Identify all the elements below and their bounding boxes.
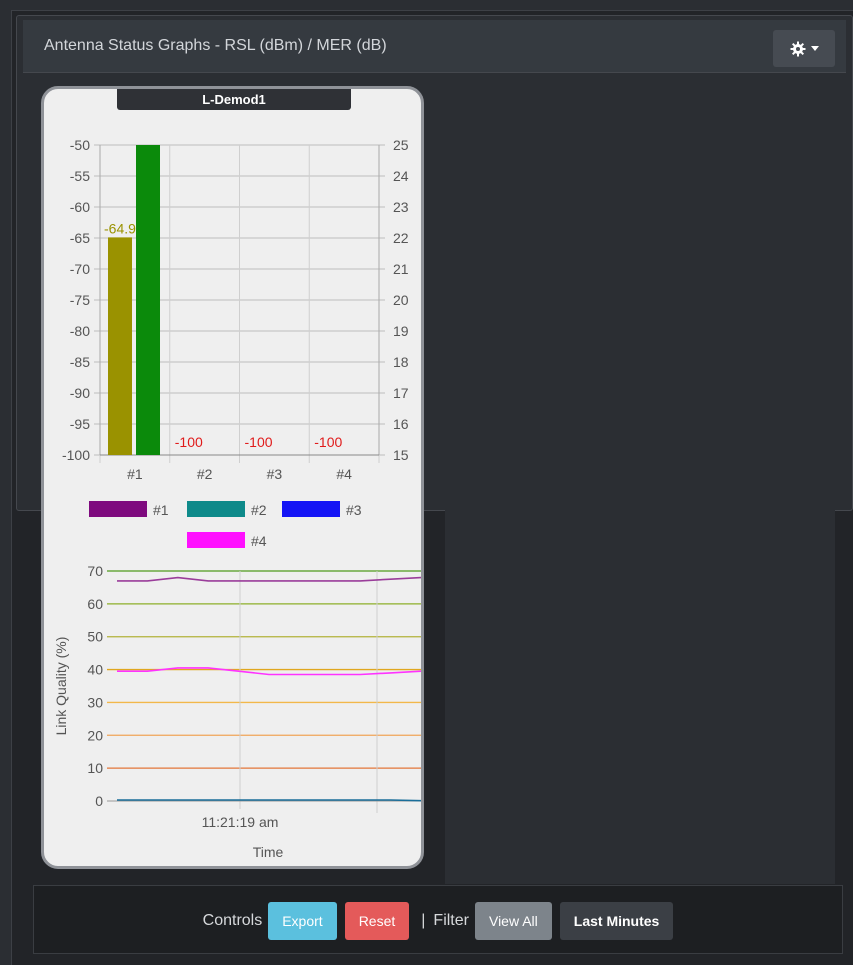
x-category-label: #4	[336, 466, 352, 482]
y-tick-label: 50	[87, 629, 103, 645]
y-tick-label: 70	[87, 563, 103, 579]
legend-swatch	[282, 501, 340, 517]
y-left-tick-label: -90	[70, 385, 90, 401]
x-category-label: #2	[197, 466, 213, 482]
y-right-tick-label: 15	[393, 447, 409, 463]
y-left-tick-label: -65	[70, 230, 90, 246]
controls-label: Controls	[202, 912, 263, 929]
y-left-tick-label: -80	[70, 323, 90, 339]
y-right-tick-label: 19	[393, 323, 409, 339]
y-tick-label: 40	[87, 662, 103, 678]
export-button[interactable]: Export	[268, 902, 337, 940]
y-tick-label: 10	[87, 760, 103, 776]
series-line	[117, 576, 421, 582]
bar-data-label: -100	[245, 434, 273, 450]
legend-swatch	[187, 501, 245, 517]
y-left-tick-label: -100	[62, 447, 90, 463]
y-left-tick-label: -70	[70, 261, 90, 277]
y-left-tick-label: -75	[70, 292, 90, 308]
bar-data-label: -64.9	[104, 220, 136, 236]
rsl-mer-bar-chart: -50 -55 -60 -65 -70 -75 -80 -85 -90 -95 -100 25 24 23…	[62, 137, 409, 549]
view-all-button[interactable]: View All	[474, 902, 552, 940]
y-left-tick-label: -60	[70, 199, 90, 215]
y-right-tick-label: 25	[393, 137, 409, 153]
y-right-tick-label: 17	[393, 385, 409, 401]
y-right-tick-label: 18	[393, 354, 409, 370]
y-tick-label: 0	[95, 793, 103, 809]
x-tick-label: 11:21:19 am	[202, 814, 279, 830]
link-quality-line-chart: 70 60 50 40 30 20 10 0 11:21:19 am Time Link Quali…	[53, 563, 421, 860]
gear-icon	[790, 41, 805, 56]
settings-dropdown-button[interactable]	[773, 30, 835, 67]
controls-bar: Controls Export Reset | Filter View All …	[33, 885, 843, 954]
legend-swatch	[89, 501, 147, 517]
y-left-tick-label: -50	[70, 137, 90, 153]
graph-area-empty	[445, 74, 835, 884]
legend-label: #4	[251, 533, 267, 549]
bar-data-label: -100	[175, 434, 203, 450]
y-tick-label: 30	[87, 694, 103, 710]
y-right-tick-label: 16	[393, 416, 409, 432]
last-minutes-button[interactable]: Last Minutes	[559, 902, 674, 940]
x-category-label: #3	[267, 466, 283, 482]
y-tick-label: 20	[87, 727, 103, 743]
panel-header: Antenna Status Graphs - RSL (dBm) / MER …	[23, 20, 846, 73]
y-left-tick-label: -55	[70, 168, 90, 184]
x-category-label: #1	[127, 466, 143, 482]
reset-button[interactable]: Reset	[344, 902, 410, 940]
bar-data-label: -100	[314, 434, 342, 450]
x-axis-title: Time	[253, 844, 284, 860]
filter-label: Filter	[433, 912, 469, 929]
y-left-tick-label: -85	[70, 354, 90, 370]
series-line	[117, 667, 421, 676]
panel-title: Antenna Status Graphs - RSL (dBm) / MER …	[44, 37, 387, 54]
legend-label: #1	[153, 502, 169, 518]
y-right-tick-label: 21	[393, 261, 409, 277]
y-right-tick-label: 23	[393, 199, 409, 215]
legend-swatch	[187, 532, 245, 548]
y-tick-label: 60	[87, 596, 103, 612]
y-right-tick-label: 20	[393, 292, 409, 308]
rsl-bar	[108, 237, 132, 455]
y-left-tick-label: -95	[70, 416, 90, 432]
y-right-tick-label: 24	[393, 168, 409, 184]
legend-label: #3	[346, 502, 362, 518]
mer-bar	[136, 145, 160, 455]
legend-label: #2	[251, 502, 267, 518]
y-right-tick-label: 22	[393, 230, 409, 246]
demod-card: L-Demod1 -50 -55 -60 -65 -70 -75 -80 -85 -90 -95-…	[41, 86, 424, 869]
separator: |	[421, 912, 426, 929]
series-line	[117, 799, 421, 802]
y-axis-title: Link Quality (%)	[53, 637, 69, 736]
chevron-down-icon	[810, 46, 819, 51]
